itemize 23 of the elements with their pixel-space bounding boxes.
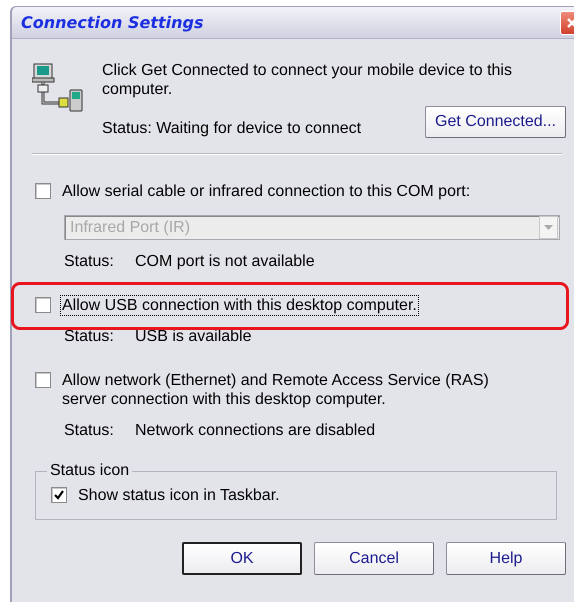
window-title: Connection Settings xyxy=(21,13,204,32)
instruction-text: Click Get Connected to connect your mobile device to this computer. xyxy=(102,61,513,99)
checkbox[interactable] xyxy=(35,297,51,313)
checkbox-label[interactable]: Allow network (Ethernet) and Remote Access Service (RAS) server connection with this desktop computer. xyxy=(61,371,523,409)
checkbox[interactable] xyxy=(35,372,51,388)
status-value: COM port is not available xyxy=(135,252,315,271)
status-label: Status: xyxy=(64,421,115,440)
checkbox[interactable] xyxy=(35,183,51,199)
status-label: Status: xyxy=(64,327,115,346)
status-label: Status: xyxy=(64,252,115,271)
status-text: Status: Waiting for device to connect xyxy=(102,119,362,138)
checkbox-label[interactable]: Allow serial cable or infrared connection to this COM port: xyxy=(61,182,472,201)
dialog-button[interactable]: Help xyxy=(446,542,566,575)
status-value: USB is available xyxy=(135,327,252,346)
status-value: Network connections are disabled xyxy=(135,421,376,440)
dialog-button[interactable]: OK xyxy=(182,542,302,575)
dialog-button[interactable]: Cancel xyxy=(314,542,434,575)
get-connected-button[interactable]: Get Connected... xyxy=(425,106,566,138)
checkbox-label[interactable]: Show status icon in Taskbar. xyxy=(77,486,281,505)
checkbox[interactable] xyxy=(51,487,67,503)
checkmark-icon xyxy=(53,489,65,501)
group-label: Status icon xyxy=(49,462,130,480)
checkbox-label[interactable]: Allow USB connection with this desktop computer. xyxy=(61,296,418,315)
